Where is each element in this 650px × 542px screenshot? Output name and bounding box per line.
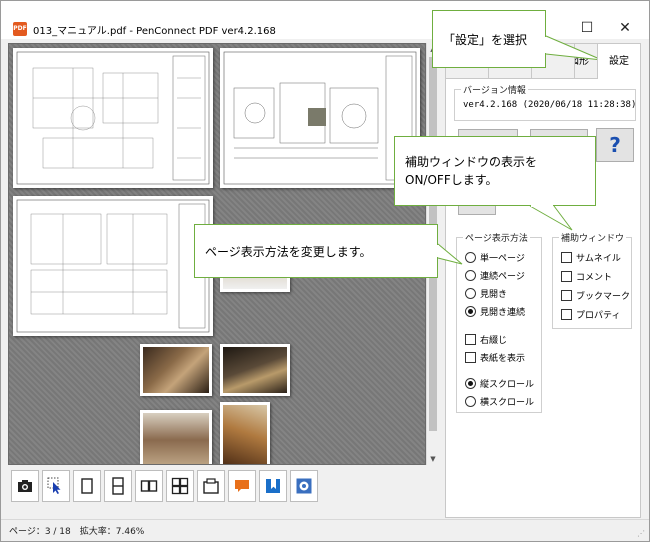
fit-page-button[interactable] bbox=[197, 470, 225, 502]
checkbox-icon bbox=[561, 289, 572, 301]
single-page-icon bbox=[81, 478, 93, 494]
callout-aux-window: 補助ウィンドウの表示を ON/OFFします。 bbox=[394, 136, 596, 206]
version-group-title: バージョン情報 bbox=[461, 83, 528, 96]
radio-single-page[interactable]: 単一ページ bbox=[465, 250, 525, 264]
check-properties[interactable]: プロパティ bbox=[561, 307, 620, 321]
help-button[interactable]: ? bbox=[596, 128, 634, 162]
fit-page-icon bbox=[203, 478, 219, 494]
check-bookmark[interactable]: ブックマーク bbox=[561, 288, 630, 302]
checkbox-icon bbox=[465, 351, 476, 363]
radio-horizontal-scroll[interactable]: 横スクロール bbox=[465, 394, 534, 408]
single-page-button[interactable] bbox=[73, 470, 101, 502]
properties-icon bbox=[296, 478, 312, 494]
callout-aux-line-1: 補助ウィンドウの表示を bbox=[405, 155, 538, 169]
radio-two-page[interactable]: 見開き bbox=[465, 286, 507, 300]
radio-icon bbox=[465, 251, 476, 263]
bookmark-button[interactable] bbox=[259, 470, 287, 502]
page-photo-3[interactable] bbox=[140, 410, 212, 464]
aux-window-group: 補助ウィンドウ サムネイル コメント ブックマーク プロパティ bbox=[552, 231, 632, 329]
page-zoom-status: ページ：3 / 18 拡大率：7.46% bbox=[9, 527, 145, 537]
radio-two-page-continuous[interactable]: 見開き連続 bbox=[465, 304, 525, 318]
version-group: バージョン情報 ver4.2.168 (2020/06/18 11:28:38) bbox=[454, 83, 637, 121]
window-title: 013_マニュアル.pdf - PenConnect PDF ver4.2.16… bbox=[33, 26, 276, 37]
page-photo-2[interactable] bbox=[220, 344, 290, 396]
check-right-binding[interactable]: 右綴じ bbox=[465, 332, 507, 346]
page-thumbnail-2[interactable] bbox=[220, 48, 420, 188]
bottom-toolbar bbox=[11, 470, 318, 504]
callout-aux-tail bbox=[529, 205, 573, 231]
page-thumbnail-3[interactable] bbox=[13, 196, 213, 336]
display-method-group: ページ表示方法 単一ページ 連続ページ 見開き 見開き連続 右綴じ 表紙を表示 … bbox=[456, 231, 542, 413]
select-pointer-button[interactable] bbox=[42, 470, 70, 502]
page-thumbnail-1[interactable] bbox=[13, 48, 213, 188]
radio-continuous-page[interactable]: 連続ページ bbox=[465, 268, 525, 282]
radio-vertical-scroll[interactable]: 縦スクロール bbox=[465, 376, 534, 390]
radio-icon bbox=[465, 287, 476, 299]
check-comment[interactable]: コメント bbox=[561, 269, 612, 283]
comment-button[interactable] bbox=[228, 470, 256, 502]
radio-icon bbox=[465, 269, 476, 281]
properties-button[interactable] bbox=[290, 470, 318, 502]
two-page-button[interactable] bbox=[135, 470, 163, 502]
page-photo-1[interactable] bbox=[140, 344, 212, 396]
radio-selected-icon bbox=[465, 305, 476, 317]
resize-grip-icon[interactable]: ⋰ bbox=[637, 529, 645, 538]
callout-aux-line-2: ON/OFFします。 bbox=[405, 173, 498, 187]
bookmark-icon bbox=[266, 479, 280, 493]
status-bar: ページ：3 / 18 拡大率：7.46% ⋰ bbox=[1, 519, 649, 541]
scroll-down-arrow-icon[interactable]: ▼ bbox=[427, 453, 439, 465]
close-button[interactable]: ✕ bbox=[605, 17, 645, 39]
page-photo-4[interactable] bbox=[220, 402, 270, 464]
two-page-continuous-icon bbox=[171, 477, 189, 495]
continuous-page-button[interactable] bbox=[104, 470, 132, 502]
two-page-continuous-button[interactable] bbox=[166, 470, 194, 502]
drawing-floorplan-1 bbox=[16, 51, 210, 185]
checkbox-icon bbox=[465, 333, 476, 345]
two-page-icon bbox=[140, 480, 158, 492]
pdf-app-icon: PDF bbox=[13, 22, 27, 36]
radio-icon bbox=[465, 395, 476, 407]
camera-icon bbox=[18, 480, 32, 492]
drawing-floorplan-3 bbox=[16, 199, 210, 333]
checkbox-icon bbox=[561, 308, 572, 320]
radio-selected-icon bbox=[465, 377, 476, 389]
tab-settings[interactable]: 設定 bbox=[597, 43, 641, 79]
comment-icon bbox=[235, 480, 249, 492]
camera-button[interactable] bbox=[11, 470, 39, 502]
version-text: ver4.2.168 (2020/06/18 11:28:38) bbox=[463, 100, 637, 110]
check-show-cover[interactable]: 表紙を表示 bbox=[465, 350, 525, 364]
callout-select-settings: 「設定」を選択 bbox=[432, 10, 546, 68]
callout-display-tail bbox=[437, 243, 463, 265]
select-pointer-icon bbox=[47, 477, 61, 494]
checkbox-icon bbox=[561, 251, 572, 263]
check-thumbnail[interactable]: サムネイル bbox=[561, 250, 621, 264]
drawing-machine bbox=[223, 51, 417, 185]
checkbox-icon bbox=[561, 270, 572, 282]
callout-display-method: ページ表示方法を変更します。 bbox=[194, 224, 438, 278]
continuous-page-icon bbox=[112, 477, 124, 495]
